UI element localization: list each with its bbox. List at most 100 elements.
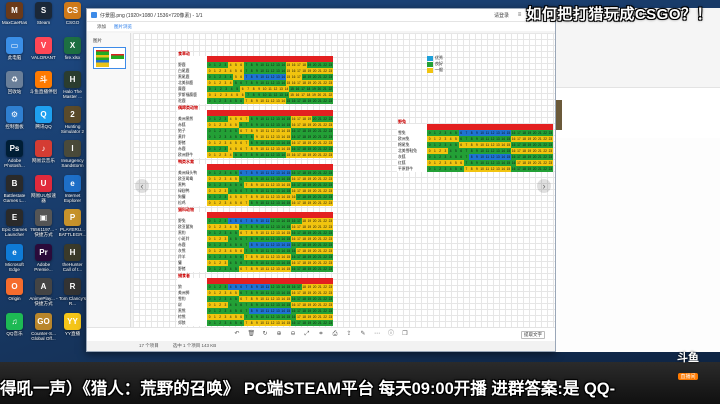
- animal-name: 欧洲野牛: [177, 152, 207, 158]
- qq-icon: Q: [35, 105, 52, 123]
- desktop-icon[interactable]: ♫ QQ音乐: [0, 311, 29, 346]
- halo-icon: H: [64, 71, 81, 88]
- thehunter-icon: H: [64, 243, 81, 261]
- hour-cell: 23: [327, 98, 333, 104]
- desktop-icon[interactable]: Xfire.xlsx: [58, 35, 87, 70]
- yy-icon: YY: [64, 312, 81, 330]
- zoom-out-icon[interactable]: ⊖: [290, 331, 297, 338]
- desktop-icon-label: 网易UU加速器: [30, 192, 56, 203]
- hour-cell: 23: [547, 166, 553, 172]
- desktop-icon-label: MaxCaeRas: [1, 20, 28, 25]
- tab-add[interactable]: 添加: [97, 24, 106, 30]
- zoom-in-icon[interactable]: ⊕: [276, 331, 283, 338]
- desktop-icon-label: Battlestate Games L...: [3, 192, 26, 203]
- viewer-title-bar[interactable]: 仔景图.png (1920×1080 / 1536×720像素) - 1/1 请…: [87, 9, 555, 22]
- epic-icon: E: [6, 209, 23, 226]
- rotate-icon[interactable]: ↻: [262, 331, 269, 338]
- desktop-icon[interactable]: ▣ 76561197... - 快捷方式: [29, 207, 58, 242]
- desktop-icon-label: AnimePlay... - 快捷方式: [29, 296, 58, 306]
- desktop-icon[interactable]: 2 Hunting Simulator 2: [58, 104, 87, 139]
- info-icon[interactable]: ⓘ: [388, 331, 395, 338]
- app-icon: [91, 12, 97, 18]
- desktop-icon-label: CSGO: [65, 20, 80, 25]
- fit-icon[interactable]: ⤢: [304, 331, 311, 338]
- uu-booster-icon: U: [35, 174, 52, 192]
- desktop-icon[interactable]: HtheHunter Call of t...: [58, 242, 87, 277]
- desktop-icon-label: PLAYERU... BATTLEGR...: [58, 227, 87, 237]
- legend: 优秀 良好 一般: [427, 55, 443, 73]
- desktop-icon[interactable]: ⚙ 控制面板: [0, 104, 29, 139]
- tab-browse[interactable]: 图片浏览: [114, 24, 132, 30]
- desktop-icon[interactable]: YY YY直播: [58, 311, 87, 346]
- desktop-icon[interactable]: CS CSGO: [58, 0, 87, 35]
- qq-music-icon: ♫: [6, 312, 23, 330]
- desktop-icon[interactable]: ▭ 此电脑: [0, 35, 29, 70]
- desktop-icon-label: Halo The Master ...: [62, 89, 83, 99]
- image-viewer-window: 仔景图.png (1920×1080 / 1536×720像素) - 1/1 请…: [86, 8, 556, 352]
- desktop-icon[interactable]: R Tom Clancy's R...: [58, 276, 87, 311]
- desktop-icon-label: Microsoft Edge: [5, 261, 24, 272]
- image-canvas[interactable]: 优秀 良好 一般 食草动 野鹿 0 1 2 3 4 5 6 7 8 9 10 11 12 13 14 15 16 17 18…: [133, 33, 555, 329]
- prev-image-icon[interactable]: ‹: [135, 179, 149, 193]
- back-icon[interactable]: ↶: [234, 331, 241, 338]
- next-image-icon[interactable]: ›: [537, 179, 551, 193]
- desktop-icon[interactable]: e Microsoft Edge: [0, 242, 29, 277]
- desktop-icon-label: fire.xlsx: [64, 54, 81, 60]
- hour-cell: 23: [327, 152, 333, 158]
- desktop-icon[interactable]: O Origin: [0, 276, 29, 311]
- desktop-icon[interactable]: Q 腾讯QQ: [29, 104, 58, 139]
- schedule-sheet: 优秀 良好 一般 食草动 野鹿 0 1 2 3 4 5 6 7 8 9 10 11 12 13 14 15 16 17 18…: [133, 33, 555, 329]
- desktop-icon-label: VALORANT: [31, 54, 56, 60]
- desktop-icon[interactable]: 斗斗鱼直播伴侣: [29, 69, 58, 104]
- menu-icon[interactable]: ≡: [515, 12, 524, 18]
- animal-name: 野猪: [177, 266, 207, 272]
- background-window: [556, 8, 720, 352]
- stream-ticker-overlay: 得吼一声）《猎人：荒野的召唤》 PC端STEAM平台 每天09:00开播 进群答…: [0, 380, 616, 398]
- extract-text-button[interactable]: 提取文字: [521, 331, 545, 339]
- desktop-icon[interactable]: GO Counter-S... Global Off...: [29, 311, 58, 346]
- premiere-icon: Pr: [35, 243, 52, 261]
- desktop-icon-label: Internet Explorer: [63, 192, 82, 203]
- desktop-icon[interactable]: ♪ 网易云音乐: [29, 138, 58, 173]
- desktop-icon[interactable]: ♻ 回收站: [0, 69, 29, 104]
- desktop-icon-label: Adobe Photosh...: [4, 158, 25, 168]
- desktop-icon[interactable]: M MaxCaeRas: [0, 0, 29, 35]
- schedule-row: 郊狼 0 1 2 3 4 5 6 7 8 9 10 11 12 13 14 15 16 17 18 19 20 21 22 23: [177, 320, 333, 326]
- desktop-icon[interactable]: P PLAYERU... BATTLEGR...: [58, 207, 87, 242]
- desktop-icon[interactable]: e Internet Explorer: [58, 173, 87, 208]
- desktop-icon-label: Adobe Premie...: [34, 261, 53, 272]
- schedule-row: 平原野牛 0 1 2 3 4 5 6 7 8 9 10 11 12 13 14 15 16 17 18 19 20 21 22…: [397, 166, 553, 172]
- desktop-icon[interactable]: Pr Adobe Premie...: [29, 242, 58, 277]
- desktop-icon[interactable]: V VALORANT: [29, 35, 58, 70]
- excel-icon: X: [64, 36, 81, 54]
- desktop-icon-label: 回收站: [7, 89, 22, 94]
- desktop-icon[interactable]: B Battlestate Games L...: [0, 173, 29, 208]
- animal-name: 松鸡: [177, 200, 207, 206]
- copy-icon[interactable]: ❐: [402, 331, 409, 338]
- desktop-icon[interactable]: I Insurgency Sandstorm: [58, 138, 87, 173]
- hour-cell: 23: [327, 320, 333, 326]
- desktop-icon-label: 76561197... - 快捷方式: [30, 227, 57, 237]
- control-panel-icon: ⚙: [6, 105, 23, 123]
- desktop-icon[interactable]: H Halo The Master ...: [58, 69, 87, 104]
- viewer-toolbar: ↶ 🗑 ↻ ⊕ ⊖ ⤢ ⌗ ⎙ ⇪ ✎ ⋯ ⓘ ❐ 提取文字: [87, 327, 555, 341]
- thumbnail-preview-2: [111, 54, 124, 59]
- share-icon[interactable]: ⇪: [346, 331, 353, 338]
- douyu-logo: 斗鱼: [677, 352, 699, 364]
- crop-icon[interactable]: ⌗: [318, 331, 325, 338]
- desktop-icon[interactable]: A AnimePlay... - 快捷方式: [29, 276, 58, 311]
- print-icon[interactable]: ⎙: [332, 331, 339, 338]
- desktop-icon[interactable]: Ps Adobe Photosh...: [0, 138, 29, 173]
- legend-entry: 一般: [427, 67, 443, 73]
- desktop-icon[interactable]: U 网易UU加速器: [29, 173, 58, 208]
- schedule-block: 野兔 雪兔 0 1 2 3 4 5 6 7 8 9 10 11 12 13 14 15 16 17 18 19 20 21 22…: [397, 119, 553, 172]
- image-thumbnail[interactable]: [93, 47, 126, 69]
- more-icon[interactable]: ⋯: [374, 331, 381, 338]
- douyu-icon: 斗: [35, 71, 52, 88]
- edit-icon[interactable]: ✎: [360, 331, 367, 338]
- desktop-icon[interactable]: S Steam: [29, 0, 58, 35]
- login-link[interactable]: 请登录: [494, 12, 509, 19]
- desktop-icon[interactable]: E Epic Games Launcher: [0, 207, 29, 242]
- desktop-icon-label: 腾讯QQ: [35, 123, 52, 129]
- trash-icon[interactable]: 🗑: [248, 331, 256, 338]
